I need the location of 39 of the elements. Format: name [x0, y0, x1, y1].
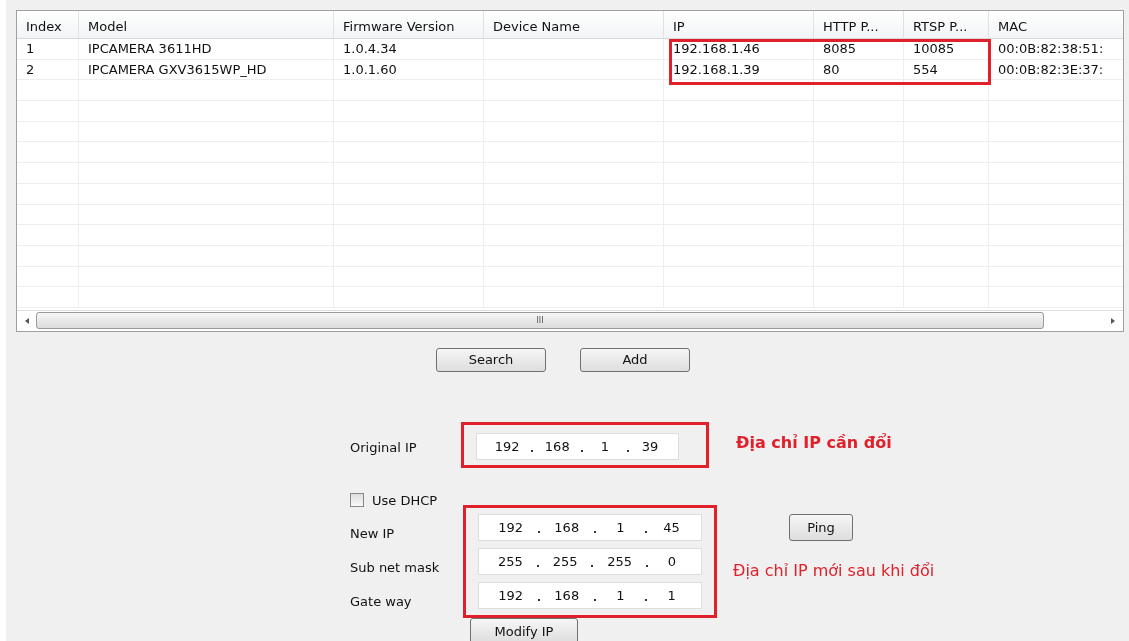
table-cell: 192.168.1.46: [673, 41, 760, 56]
column-header[interactable]: Firmware Version: [334, 11, 484, 38]
column-header[interactable]: Model: [79, 11, 334, 38]
table-cell: 00:0B:82:3E:37:: [998, 61, 1104, 77]
table-cell: 1: [26, 41, 35, 56]
annotation-text: Địa chỉ IP cần đổi: [736, 433, 892, 453]
column-header[interactable]: MAC: [989, 11, 1123, 38]
table-cell: IPCAMERA 3611HD: [88, 41, 212, 56]
table-cell: 2: [26, 61, 35, 77]
action-button[interactable]: Search: [436, 347, 546, 372]
ip-field[interactable]: 192 168 1 45: [478, 513, 702, 541]
column-header[interactable]: IP: [664, 11, 814, 38]
table-cell: 192.168.1.39: [673, 61, 760, 77]
checkbox[interactable]: [350, 493, 364, 508]
table-cell: 10085: [913, 41, 955, 56]
column-header[interactable]: Device Name: [484, 11, 664, 38]
table-cell: 00:0B:82:38:51:: [998, 41, 1104, 56]
annotation-text: Địa chỉ IP mới sau khi đổi: [733, 560, 935, 580]
column-header[interactable]: Index: [17, 11, 79, 38]
table-cell: 8085: [823, 41, 857, 56]
ip-field[interactable]: 192 168 1 1: [478, 581, 702, 609]
field-label: Sub net mask: [350, 559, 441, 576]
checkbox-label: Use DHCP: [372, 492, 438, 508]
table-cell: 554: [913, 61, 938, 77]
scrollbar-thumb[interactable]: III: [36, 312, 1044, 330]
table-cell: 1.0.1.60: [343, 61, 397, 77]
field-label: New IP: [350, 525, 396, 542]
field-label: Gate way: [350, 593, 413, 610]
ip-field[interactable]: 255 255 255 0: [478, 547, 702, 575]
action-button[interactable]: Add: [580, 347, 690, 372]
field-label: Original IP: [350, 439, 418, 456]
modify-ip-button[interactable]: Modify IP: [470, 618, 578, 641]
column-header[interactable]: HTTP P...: [814, 11, 904, 38]
ip-field[interactable]: 192 168 1 39: [476, 432, 679, 460]
table-cell: IPCAMERA GXV3615WP_HD: [88, 61, 267, 77]
column-header[interactable]: RTSP P...: [904, 11, 989, 38]
table-cell: 1.0.4.34: [343, 41, 397, 56]
table-cell: 80: [823, 61, 840, 77]
ping-button[interactable]: Ping: [789, 513, 853, 541]
